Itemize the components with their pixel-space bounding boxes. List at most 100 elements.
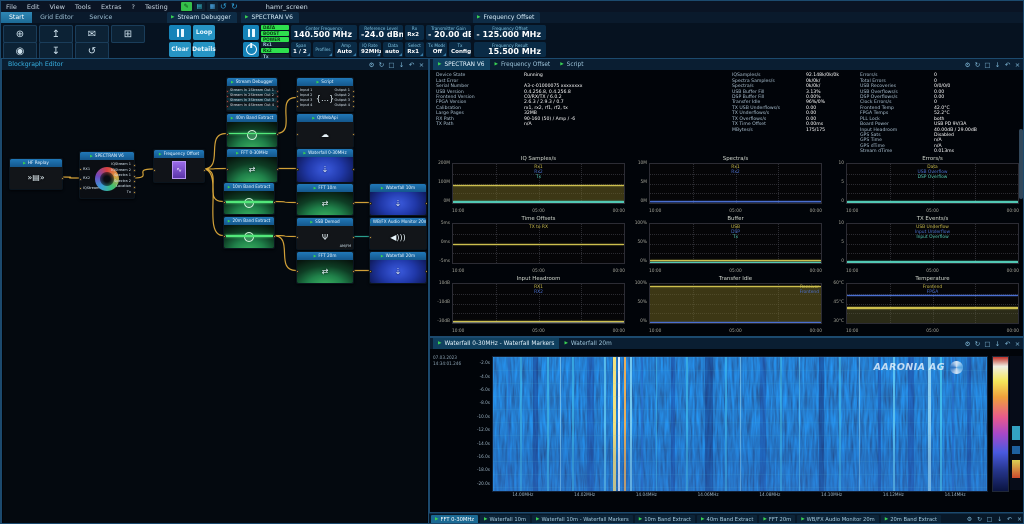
rx-field[interactable]: RxRx2 (405, 25, 424, 40)
maximize-icon[interactable]: □ (984, 61, 991, 69)
node-wb-fx-audio-monitor-20m[interactable]: ▶WB/FX Audio Monitor 20m◀))) (369, 217, 427, 250)
input-port[interactable] (79, 178, 82, 181)
chart-plot[interactable]: FrontendFPGA (846, 283, 1019, 324)
input-port[interactable] (369, 202, 372, 205)
panel-tab-waterfall-20m[interactable]: ▶Waterfall 20m (559, 338, 616, 349)
output-port[interactable] (425, 202, 428, 205)
input-port[interactable] (296, 202, 299, 205)
span-field[interactable]: Span1 / 2 (291, 42, 311, 57)
input-port[interactable] (296, 168, 299, 171)
chart-plot[interactable]: Rx1Rx2Tx (452, 163, 625, 204)
input-port[interactable] (369, 236, 372, 239)
frequency-offset-field[interactable]: Frequency Offset- 125.000 MHz (474, 25, 546, 40)
output-port[interactable] (276, 90, 279, 93)
close-icon[interactable]: × (1016, 516, 1023, 523)
output-port[interactable] (276, 168, 279, 171)
menu-extras[interactable]: Extras (96, 3, 127, 11)
output-port[interactable] (352, 105, 355, 108)
output-port[interactable] (276, 133, 279, 136)
output-port[interactable] (352, 133, 355, 136)
close-icon[interactable]: × (418, 61, 425, 69)
node-waterfall-20m[interactable]: ▶Waterfall 20m⇣ (369, 251, 427, 284)
chart-plot[interactable]: USBDSPTx (649, 223, 822, 264)
output-port[interactable] (352, 90, 355, 93)
input-port[interactable] (296, 133, 299, 136)
close-icon[interactable]: × (1014, 340, 1021, 348)
refresh-icon[interactable]: ↻ (974, 340, 981, 348)
spectran-pause-button[interactable] (243, 25, 259, 40)
input-port[interactable] (369, 270, 372, 273)
power-button[interactable] (243, 42, 259, 57)
panel-tab-waterfall-0-30mhz-waterfall-markers[interactable]: ▶Waterfall 0-30MHz - Waterfall Markers (433, 338, 559, 349)
input-port[interactable] (226, 105, 229, 108)
center-frequency-field[interactable]: Center Frequency140.500 MHz (291, 25, 357, 40)
node-10m-band-extract[interactable]: ▶10m Band Extract (223, 182, 275, 215)
input-port[interactable] (296, 95, 299, 98)
output-port[interactable] (352, 236, 355, 239)
transmitter-gain-field[interactable]: Transmitter Gain- 20.00 dB (426, 25, 471, 40)
dock-icon[interactable]: ↓ (994, 340, 1001, 348)
refresh-icon[interactable]: ↻ (974, 61, 981, 69)
dock-icon[interactable]: ↓ (996, 516, 1003, 523)
input-port[interactable] (79, 168, 82, 171)
output-port[interactable] (276, 100, 279, 103)
node-fft-10m[interactable]: ▶FFT 10m⇄ (296, 183, 354, 216)
store-button[interactable]: ⊞ (111, 25, 145, 43)
float-icon[interactable]: ↶ (408, 61, 415, 69)
tx-mode-field[interactable]: Tx ModeOff (426, 42, 447, 57)
node-hf-replay[interactable]: ▶HF Replay»▤» (9, 158, 63, 190)
node-stream-debugger[interactable]: ▶Stream DebuggerStream In 1Stream In 2St… (226, 77, 278, 112)
float-icon[interactable]: ↶ (1006, 516, 1013, 523)
ribbon-tab-start[interactable]: Start (1, 12, 32, 23)
select-field[interactable]: SelectRx1 (405, 42, 424, 57)
float-icon[interactable]: ↶ (1004, 61, 1011, 69)
input-port[interactable] (296, 270, 299, 273)
menu-edit[interactable]: Edit (22, 3, 45, 11)
node-20m-band-extract[interactable]: ▶20m Band Extract (223, 216, 275, 249)
chart-plot[interactable]: TX to RX (452, 223, 625, 264)
status-scrollbar[interactable] (1019, 129, 1023, 199)
edit-icon[interactable]: ✎ (181, 2, 192, 11)
loop-button[interactable]: Loop (193, 25, 215, 40)
rx-indicator-rx1[interactable]: Rx1 (261, 42, 289, 47)
output-port[interactable] (133, 191, 136, 194)
group-tab-frequency-offset[interactable]: ▶Frequency Offset (473, 12, 540, 23)
input-port[interactable] (226, 168, 229, 171)
chart-plot[interactable]: RX1RX2 (452, 283, 625, 324)
input-port[interactable] (223, 235, 226, 238)
output-port[interactable] (273, 201, 276, 204)
bottom-tab-wb-fx-audio-monitor-20m[interactable]: ▶WB/FX Audio Monitor 20m (797, 515, 879, 524)
panel-tab-spectran-v6[interactable]: ▶SPECTRAN V6 (433, 59, 490, 70)
bottom-tab-waterfall-10m[interactable]: ▶Waterfall 10m (480, 515, 530, 524)
output-port[interactable] (133, 175, 136, 178)
data-field[interactable]: Dataauto (383, 42, 403, 57)
chart-plot[interactable]: DataUSB OverflowDSP Overflow (846, 163, 1019, 204)
frequency-result-field[interactable]: Frequency Result15.500 MHz (474, 42, 546, 57)
tx-config-button[interactable]: TxConfig (449, 42, 471, 57)
input-port[interactable] (296, 105, 299, 108)
gear-icon[interactable]: ⚙ (368, 61, 375, 69)
node-qtwebapi[interactable]: ▶QtWebApi☁ (296, 113, 354, 148)
menu-[interactable]: ? (126, 3, 139, 11)
output-port[interactable] (133, 164, 136, 167)
panel-tab-script[interactable]: ▶Script (555, 59, 588, 70)
maximize-icon[interactable]: □ (984, 340, 991, 348)
clear-button[interactable]: Clear (169, 42, 191, 57)
bottom-tab-20m-band-extract[interactable]: ▶20m Band Extract (881, 515, 941, 524)
rx-indicator-rx2[interactable]: Rx2 (261, 48, 289, 53)
add-button[interactable]: ⊕ (3, 25, 37, 43)
input-port[interactable] (226, 100, 229, 103)
input-port[interactable] (296, 100, 299, 103)
upload-button[interactable]: ↥ (39, 25, 73, 43)
iq-rate-field[interactable]: IQ Rate92MHz (359, 42, 381, 57)
gear-icon[interactable]: ⚙ (966, 516, 973, 523)
reference-level-field[interactable]: Reference Level-24.0 dBm (359, 25, 403, 40)
chart-plot[interactable]: ReceiverFrontend (649, 283, 822, 324)
undo-icon[interactable]: ↺ (218, 2, 229, 11)
gear-icon[interactable]: ⚙ (964, 61, 971, 69)
chart-plot[interactable]: Rx1Rx2 (649, 163, 822, 204)
input-port[interactable] (296, 90, 299, 93)
waterfall-colorbar[interactable] (992, 356, 1009, 492)
chart-plot[interactable]: USB UnderflowInput UnderflowInput Overfl… (846, 223, 1019, 264)
node-waterfall-10m[interactable]: ▶Waterfall 10m⇣ (369, 183, 427, 216)
